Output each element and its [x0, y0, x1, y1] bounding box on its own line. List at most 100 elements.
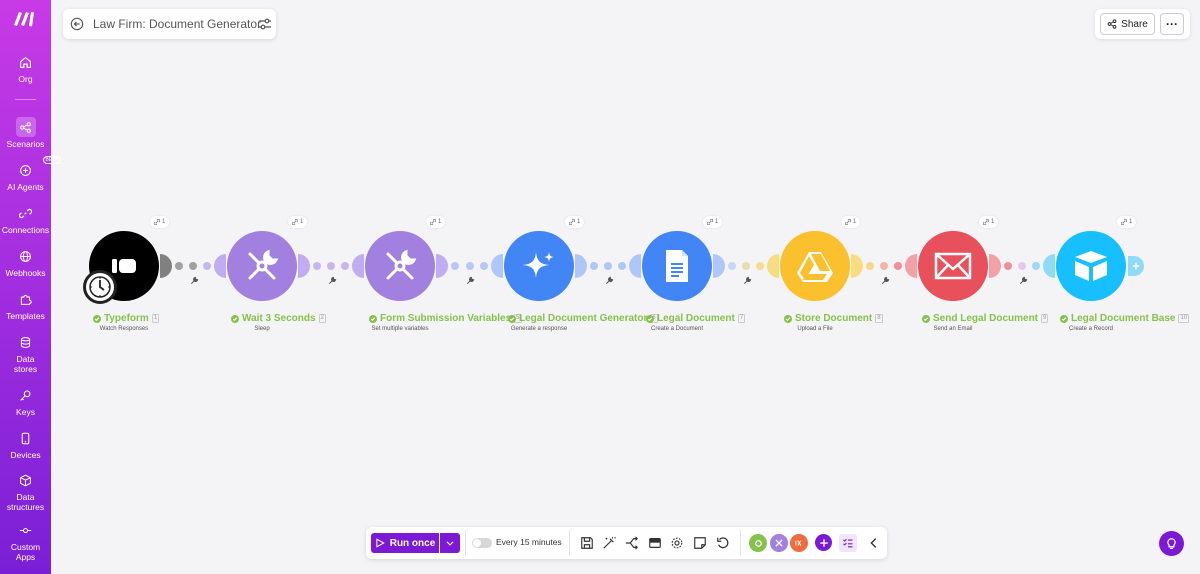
wrench-icon[interactable] [605, 276, 614, 285]
output-port[interactable] [713, 254, 725, 278]
output-port[interactable] [298, 254, 310, 278]
wrench-icon[interactable] [466, 276, 475, 285]
sidebar-item-keys[interactable]: Keys [0, 385, 51, 417]
sidebar-item-data-structures[interactable]: Data structures [0, 470, 51, 512]
back-button[interactable] [69, 16, 85, 32]
sidebar-item-devices[interactable]: Devices [0, 428, 51, 460]
wrench-icon[interactable] [881, 276, 890, 285]
make-logo-icon[interactable] [13, 9, 37, 27]
module-node[interactable] [504, 231, 574, 301]
output-port[interactable] [575, 254, 587, 278]
sidebar-item-webhooks[interactable]: Webhooks [0, 246, 51, 278]
input-port[interactable] [767, 254, 779, 278]
gear-icon[interactable] [670, 536, 684, 550]
wrench-icon[interactable] [328, 276, 337, 285]
input-port[interactable] [491, 254, 503, 278]
module-node[interactable] [918, 231, 988, 301]
operations-badge[interactable]: 1 [703, 216, 723, 228]
arrow-left-circle-icon [70, 17, 84, 31]
toolbar-divider [569, 530, 570, 556]
sidebar-item-label: Templates [6, 311, 45, 321]
flow-tools-module-icon[interactable] [770, 534, 788, 552]
sidebar-item-connections[interactable]: Connections [0, 203, 51, 235]
output-port[interactable] [989, 254, 1001, 278]
settings-sliders-icon[interactable] [257, 16, 273, 32]
module-label[interactable]: Typeform 1 [93, 313, 160, 324]
operations-badge[interactable]: 1 [426, 216, 446, 228]
module-label[interactable]: Legal Document 7 [646, 313, 746, 324]
module-name: Store Document [795, 313, 873, 324]
operations-badge[interactable]: 1 [979, 216, 999, 228]
input-port[interactable] [629, 254, 641, 278]
link-small-icon [154, 219, 160, 225]
module-label[interactable]: Legal Document Generator 6 [508, 313, 658, 324]
layout-icon[interactable] [648, 536, 662, 550]
run-options-button[interactable] [440, 533, 460, 553]
module-label[interactable]: Wait 3 Seconds 2 [231, 313, 326, 324]
wrench-icon[interactable] [190, 276, 199, 285]
add-module-button[interactable] [815, 534, 832, 551]
flow-control-icon[interactable] [625, 536, 639, 550]
database-icon [20, 336, 31, 348]
sidebar-item-scenarios[interactable]: Scenarios [0, 117, 51, 149]
magic-wand-icon[interactable] [602, 536, 616, 550]
wrench-icon[interactable] [1019, 276, 1028, 285]
input-port[interactable] [905, 254, 917, 278]
tools-module-icon[interactable] [749, 534, 767, 552]
operations-badge[interactable]: 1 [1117, 216, 1137, 228]
link-small-icon [983, 219, 989, 225]
sidebar-item-label: Org [18, 74, 33, 84]
output-port[interactable] [436, 254, 448, 278]
commit-icon [19, 527, 32, 533]
operations-badge[interactable]: 1 [150, 216, 170, 228]
connector-dot [175, 262, 183, 270]
input-port[interactable] [1043, 254, 1055, 278]
lightbulb-icon [1167, 538, 1176, 549]
module-label[interactable]: Store Document 8 [784, 313, 883, 324]
sidebar-item-templates[interactable]: Templates [0, 289, 51, 321]
module-node[interactable] [642, 231, 712, 301]
schedule-toggle[interactable] [472, 538, 492, 548]
sidebar-item-ai-agents[interactable]: BETA AI Agents [0, 156, 62, 192]
tick-icon [370, 316, 376, 321]
sidebar-item-data-stores[interactable]: Data stores [0, 332, 51, 374]
operations-badge[interactable]: 1 [565, 216, 585, 228]
text-parser-module-icon[interactable] [790, 534, 808, 552]
schedule-clock-icon[interactable] [83, 270, 117, 304]
run-once-button[interactable]: Run once [371, 533, 439, 553]
chevron-left-icon[interactable] [867, 536, 881, 550]
share-icon [1107, 19, 1117, 29]
operations-badge[interactable]: 1 [841, 216, 861, 228]
module-label[interactable]: Form Submission Variables 5 [369, 313, 522, 324]
input-port[interactable] [352, 254, 364, 278]
output-port[interactable] [851, 254, 863, 278]
sidebar-item-custom-apps[interactable]: Custom Apps [0, 520, 51, 562]
toolbar-divider [740, 530, 741, 556]
wrench-icon[interactable] [743, 276, 752, 285]
output-port[interactable] [160, 254, 172, 278]
undo-icon[interactable] [716, 536, 730, 550]
module-node[interactable] [780, 231, 850, 301]
add-next-module-button[interactable] [1128, 256, 1144, 276]
module-node[interactable] [1056, 231, 1126, 301]
toolbar-divider [465, 530, 466, 556]
module-number: 2 [318, 314, 326, 323]
checklist-button[interactable] [839, 534, 857, 552]
note-icon[interactable] [693, 536, 707, 550]
scenario-title[interactable]: Law Firm: Document Generator [93, 17, 261, 31]
beta-badge: BETA [42, 156, 62, 164]
save-icon[interactable] [580, 536, 594, 550]
sidebar-item-org[interactable]: Org [0, 52, 51, 84]
connector-dot [728, 262, 736, 270]
module-label[interactable]: Send Legal Document 9 [922, 313, 1049, 324]
share-button[interactable]: Share [1100, 13, 1155, 35]
wrench-cross-icon [775, 539, 783, 547]
module-node[interactable] [227, 231, 297, 301]
module-label[interactable]: Legal Document Base 10 [1060, 313, 1190, 324]
schedule-label[interactable]: Every 15 minutes [496, 537, 562, 547]
more-options-button[interactable]: ··· [1160, 13, 1184, 35]
input-port[interactable] [214, 254, 226, 278]
operations-badge[interactable]: 1 [288, 216, 308, 228]
help-button[interactable] [1159, 531, 1184, 556]
module-node[interactable] [365, 231, 435, 301]
